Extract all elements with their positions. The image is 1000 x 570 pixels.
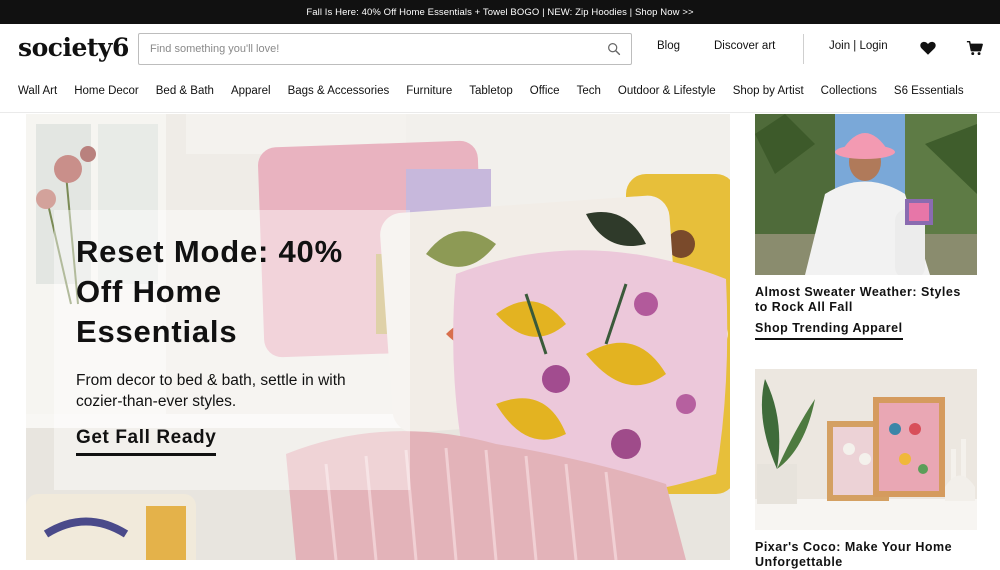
nav-divider — [0, 112, 1000, 113]
heart-icon[interactable] — [919, 39, 937, 57]
nav-tech[interactable]: Tech — [577, 85, 601, 97]
discover-art-link[interactable]: Discover art — [714, 40, 775, 52]
side-card-image[interactable] — [755, 114, 977, 275]
nav-shop-by-artist[interactable]: Shop by Artist — [733, 85, 804, 97]
hero-banner[interactable]: Reset Mode: 40% Off Home Essentials From… — [26, 114, 730, 560]
promo-banner[interactable]: Fall Is Here: 40% Off Home Essentials + … — [0, 0, 1000, 24]
nav-tabletop[interactable]: Tabletop — [469, 85, 512, 97]
side-card-title: Almost Sweater Weather: Styles to Rock A… — [755, 285, 961, 314]
promo-text[interactable]: Fall Is Here: 40% Off Home Essentials + … — [306, 7, 693, 18]
side-card-coco[interactable]: Pixar's Coco: Make Your Home Unforgettab… — [755, 369, 977, 570]
blog-link[interactable]: Blog — [657, 40, 680, 52]
header-divider — [803, 34, 804, 64]
join-login-link[interactable]: Join | Login — [829, 40, 888, 52]
side-card-apparel[interactable]: Almost Sweater Weather: Styles to Rock A… — [755, 114, 977, 340]
nav-s6-essentials[interactable]: S6 Essentials — [894, 85, 964, 97]
cart-icon[interactable] — [966, 39, 984, 57]
side-card-cta-link[interactable]: Shop Trending Apparel — [755, 321, 903, 340]
side-card-title: Pixar's Coco: Make Your Home Unforgettab… — [755, 540, 953, 569]
nav-furniture[interactable]: Furniture — [406, 85, 452, 97]
search-icon[interactable] — [607, 42, 621, 56]
hero-title: Reset Mode: 40% Off Home Essentials — [76, 234, 343, 349]
nav-office[interactable]: Office — [530, 85, 560, 97]
site-logo[interactable]: society6 — [18, 33, 129, 62]
category-nav: Wall Art Home Decor Bed & Bath Apparel B… — [0, 74, 1000, 108]
hero-subtitle: From decor to bed & bath, settle in with… — [76, 372, 346, 410]
nav-wall-art[interactable]: Wall Art — [18, 85, 57, 97]
nav-bags-accessories[interactable]: Bags & Accessories — [288, 85, 390, 97]
side-card-image[interactable] — [755, 369, 977, 530]
hero-cta-link[interactable]: Get Fall Ready — [76, 427, 217, 456]
coco-image — [755, 369, 977, 530]
nav-outdoor-lifestyle[interactable]: Outdoor & Lifestyle — [618, 85, 716, 97]
apparel-image — [755, 114, 977, 275]
search-bar[interactable] — [138, 33, 632, 65]
nav-home-decor[interactable]: Home Decor — [74, 85, 139, 97]
search-input[interactable] — [150, 43, 600, 55]
site-header: society6 Blog Discover art Join | Login — [0, 24, 1000, 74]
nav-apparel[interactable]: Apparel — [231, 85, 271, 97]
nav-bed-bath[interactable]: Bed & Bath — [156, 85, 214, 97]
nav-collections[interactable]: Collections — [821, 85, 877, 97]
